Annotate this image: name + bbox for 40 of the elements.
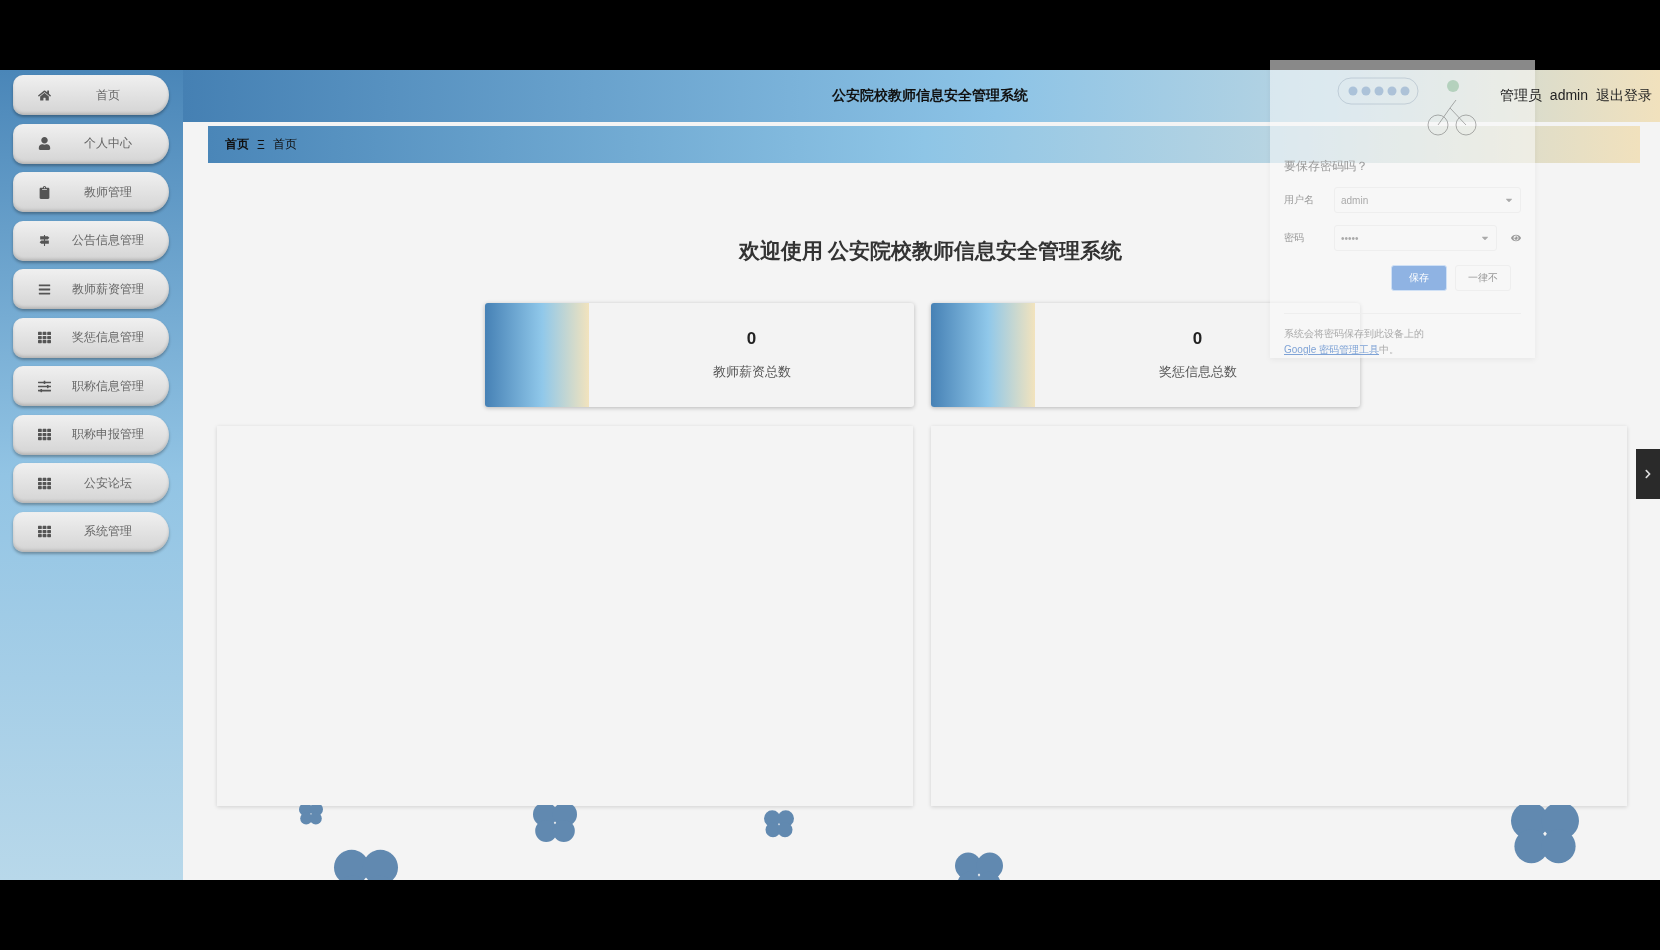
chevron-right-icon [1643,469,1653,479]
password-label: 密码 [1284,231,1305,245]
user-icon [37,137,51,150]
stat-label: 奖惩信息总数 [1158,363,1237,381]
grid-icon [37,428,51,441]
sidebar-item[interactable]: 教师管理 [13,172,169,212]
sliders-icon [37,379,51,393]
sidebar-item[interactable]: 公安论坛 [13,463,169,503]
system-title: 公安院校教师信息安全管理系统 [831,87,1028,105]
popup-title: 要保存密码吗？ [1284,158,1368,175]
sidebar-item[interactable]: 系统管理 [13,511,169,552]
sidebar-item[interactable]: 公告信息管理 [13,220,169,261]
breadcrumb-item: 首页 [272,136,297,153]
sidebar-item[interactable]: 奖惩信息管理 [13,317,169,358]
never-button[interactable]: 一律不 [1455,265,1511,291]
expand-button[interactable] [1636,449,1660,499]
user-role: 管理员 [1499,87,1542,105]
stat-value: 0 [1192,329,1203,349]
sidebar-item[interactable]: 首页 [13,75,169,115]
password-manager-link[interactable]: Google 密码管理工具 [1284,344,1380,355]
grid-icon [37,331,51,344]
stat-value: 0 [746,329,757,349]
eye-icon[interactable] [1511,233,1521,243]
logout-link[interactable]: 退出登录 [1596,87,1652,105]
breadcrumb-separator: Ξ [257,137,265,152]
home-icon [37,88,51,102]
stat-label: 教师薪资总数 [712,363,791,381]
sidebar-item[interactable]: 职称申报管理 [13,414,169,455]
breadcrumb-link[interactable]: 首页 [225,136,249,153]
sidebar-item[interactable]: 个人中心 [13,123,169,164]
grid-icon [37,525,51,538]
clipboard-icon [37,185,51,199]
signpost-icon [37,234,51,247]
sidebar-item[interactable]: 职称信息管理 [13,366,169,406]
sidebar-item[interactable]: 教师薪资管理 [13,269,169,309]
grid-icon [37,476,51,490]
list-icon [37,282,51,296]
username-label: 用户名 [1284,193,1315,207]
username: admin [1549,87,1588,105]
welcome-heading: 欢迎使用 公安院校教师信息安全管理系统 [738,238,1123,264]
